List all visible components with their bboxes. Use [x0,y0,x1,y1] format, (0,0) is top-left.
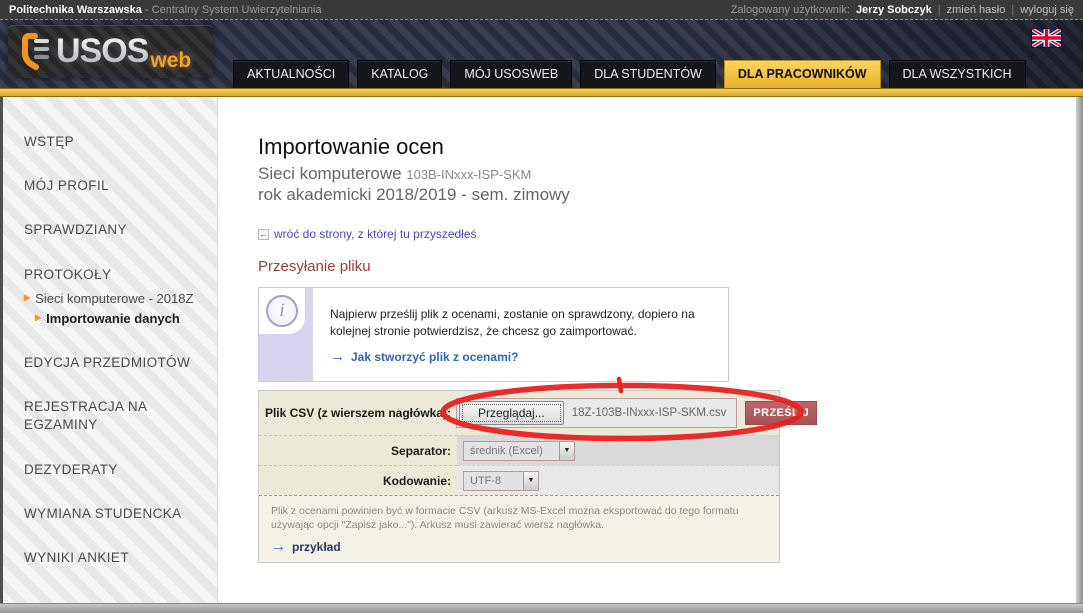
info-box: i Najpierw prześlij plik z ocenami, zost… [258,287,729,382]
main-nav-tabs: AKTUALNOŚCI KATALOG MÓJ USOSWEB DLA STUD… [233,60,1026,88]
gold-divider-bar [0,88,1083,97]
chevron-down-icon: ▼ [523,472,538,490]
back-arrow-icon: ← [258,229,269,240]
link-label: przykład [292,540,341,554]
csv-hint-line1: Plik z ocenami powinien być w formacie C… [271,504,767,518]
encoding-selected-value: UTF-8 [464,475,507,487]
separator-cell: średnik (Excel) ▼ [457,435,779,465]
tab-katalog[interactable]: KATALOG [357,60,442,88]
usosweb-logo[interactable]: USOS web [8,25,213,78]
chevron-down-icon: ▼ [559,442,574,460]
link-label: Jak stworzyć plik z ocenami? [351,349,518,366]
section-title: Przesyłanie pliku [258,258,1076,275]
course-code: 103B-INxxx-ISP-SKM [406,167,531,182]
logout-link[interactable]: wyloguj się [1020,4,1074,16]
tab-dla-studentow[interactable]: DLA STUDENTÓW [580,60,716,88]
file-label: Plik CSV (z wierszem nagłówka): [259,406,451,420]
browse-button[interactable]: Przeglądaj... [459,401,564,425]
info-icon: i [266,295,298,327]
logo-text-usos: USOS [56,32,148,71]
sidebar-item-wstep[interactable]: WSTĘP [24,133,207,151]
top-bar: Politechnika Warszawska - Centralny Syst… [0,0,1083,20]
term-subtitle: rok akademicki 2018/2019 - sem. zimowy [258,185,1076,205]
logged-user-name: Jerzy Sobczyk [856,4,932,16]
tab-moj-usosweb[interactable]: MÓJ USOSWEB [450,60,572,88]
triangle-bullet-icon: ▶ [24,290,30,306]
back-link[interactable]: wróć do strony, z której tu przyszedłeś [274,227,477,241]
protokoly-subnav: ▶ Sieci komputerowe - 2018Z ▶ Importowan… [24,290,207,328]
info-text: Najpierw prześlij plik z ocenami, zostan… [330,307,695,338]
blue-arrow-icon: → [330,350,345,364]
separator: | [938,4,941,16]
main-content: Importowanie ocen Sieci komputerowe 103B… [218,97,1076,603]
sidebar-item-wymiana-studencka[interactable]: WYMIANA STUDENCKA [24,505,207,523]
tab-dla-pracownikow[interactable]: DLA PRACOWNIKÓW [724,60,881,88]
separator-label: Separator: [259,435,457,465]
separator-selected-value: średnik (Excel) [464,445,549,457]
upload-form: Plik CSV (z wierszem nagłówka): Przegląd… [258,390,780,563]
triangle-bullet-icon: ▶ [35,310,41,326]
back-link-row[interactable]: ← wróć do strony, z której tu przyszedłe… [258,227,1076,241]
file-row: Plik CSV (z wierszem nagłówka): Przegląd… [259,391,779,435]
sidebar-item-sprawdziany[interactable]: SPRAWDZIANY [24,221,207,239]
submit-button[interactable]: PRZEŚLIJ [745,401,817,425]
sidebar-item-edycja-przedmiotow[interactable]: EDYCJA PRZEDMIOTÓW [24,354,207,372]
sidebar-item-moj-profil[interactable]: MÓJ PROFIL [24,177,207,195]
page-bottom-bar [0,603,1083,613]
encoding-label: Kodowanie: [259,465,457,495]
institution-title: Politechnika Warszawska - Centralny Syst… [9,4,322,16]
course-name: Sieci komputerowe [258,164,402,183]
sidebar-subitem-sieci-komputerowe[interactable]: ▶ Sieci komputerowe - 2018Z [24,290,207,308]
form-footer: Plik z ocenami powinien być w formacie C… [259,495,779,562]
subitem-label: Importowanie danych [46,310,180,328]
page-right-edge [1076,97,1083,603]
course-subtitle: Sieci komputerowe 103B-INxxx-ISP-SKM [258,164,1076,185]
encoding-row: Kodowanie: UTF-8 ▼ [259,465,779,495]
main-header: USOS web AKTUALNOŚCI KATALOG MÓJ USOSWEB… [0,20,1083,88]
how-to-create-file-link[interactable]: → Jak stworzyć plik z ocenami? [330,349,699,366]
sidebar-item-wyniki-ankiet[interactable]: WYNIKI ANKIET [24,549,207,567]
change-password-link[interactable]: zmień hasło [947,4,1006,16]
separator-select[interactable]: średnik (Excel) ▼ [463,441,575,461]
uk-flag-icon[interactable] [1032,29,1061,47]
body-region: WSTĘP MÓJ PROFIL SPRAWDZIANY PROTOKOŁY ▶… [3,97,1076,603]
sidebar-subitem-importowanie-danych[interactable]: ▶ Importowanie danych [24,310,207,328]
sidebar-item-dezyderaty[interactable]: DEZYDERATY [24,461,207,479]
session-info: Zalogowany użytkownik: Jerzy Sobczyk | z… [731,4,1074,16]
logo-text-web: web [150,49,191,78]
encoding-cell: UTF-8 ▼ [457,465,779,495]
info-content: Najpierw prześlij plik z ocenami, zostan… [313,288,713,381]
blue-arrow-icon: → [271,540,286,554]
info-icon-box: i [259,288,305,334]
separator-row: Separator: średnik (Excel) ▼ [259,435,779,465]
tab-dla-wszystkich[interactable]: DLA WSZYSTKICH [889,60,1026,88]
usosweb-page: Politechnika Warszawska - Centralny Syst… [0,0,1083,613]
institution-suffix: - Centralny System Uwierzytelniania [142,4,322,16]
sidebar-item-protokoly[interactable]: PROTOKOŁY ▶ Sieci komputerowe - 2018Z ▶ … [24,266,207,328]
subitem-label: Sieci komputerowe - 2018Z [35,290,193,308]
sidebar-item-protokoly-label: PROTOKOŁY [24,267,111,282]
file-input[interactable]: Przeglądaj... 18Z-103B-INxxx-ISP-SKM.csv [456,398,737,428]
encoding-select[interactable]: UTF-8 ▼ [463,471,539,491]
usos-logo-icon [20,33,52,71]
logged-user-label: Zalogowany użytkownik: [731,4,850,16]
csv-hint-line2: używając opcji "Zapisz jako..."). Arkusz… [271,518,767,532]
example-link[interactable]: → przykład [271,540,767,554]
separator: | [1011,4,1014,16]
sidebar-item-rejestracja-na-egzaminy[interactable]: REJESTRACJA NA EGZAMINY [24,398,199,434]
institution-name: Politechnika Warszawska [9,4,142,16]
selected-file-name: 18Z-103B-INxxx-ISP-SKM.csv [564,407,735,419]
tab-aktualnosci[interactable]: AKTUALNOŚCI [233,60,349,88]
page-title: Importowanie ocen [258,135,1076,159]
sidebar-nav: WSTĘP MÓJ PROFIL SPRAWDZIANY PROTOKOŁY ▶… [3,97,218,603]
